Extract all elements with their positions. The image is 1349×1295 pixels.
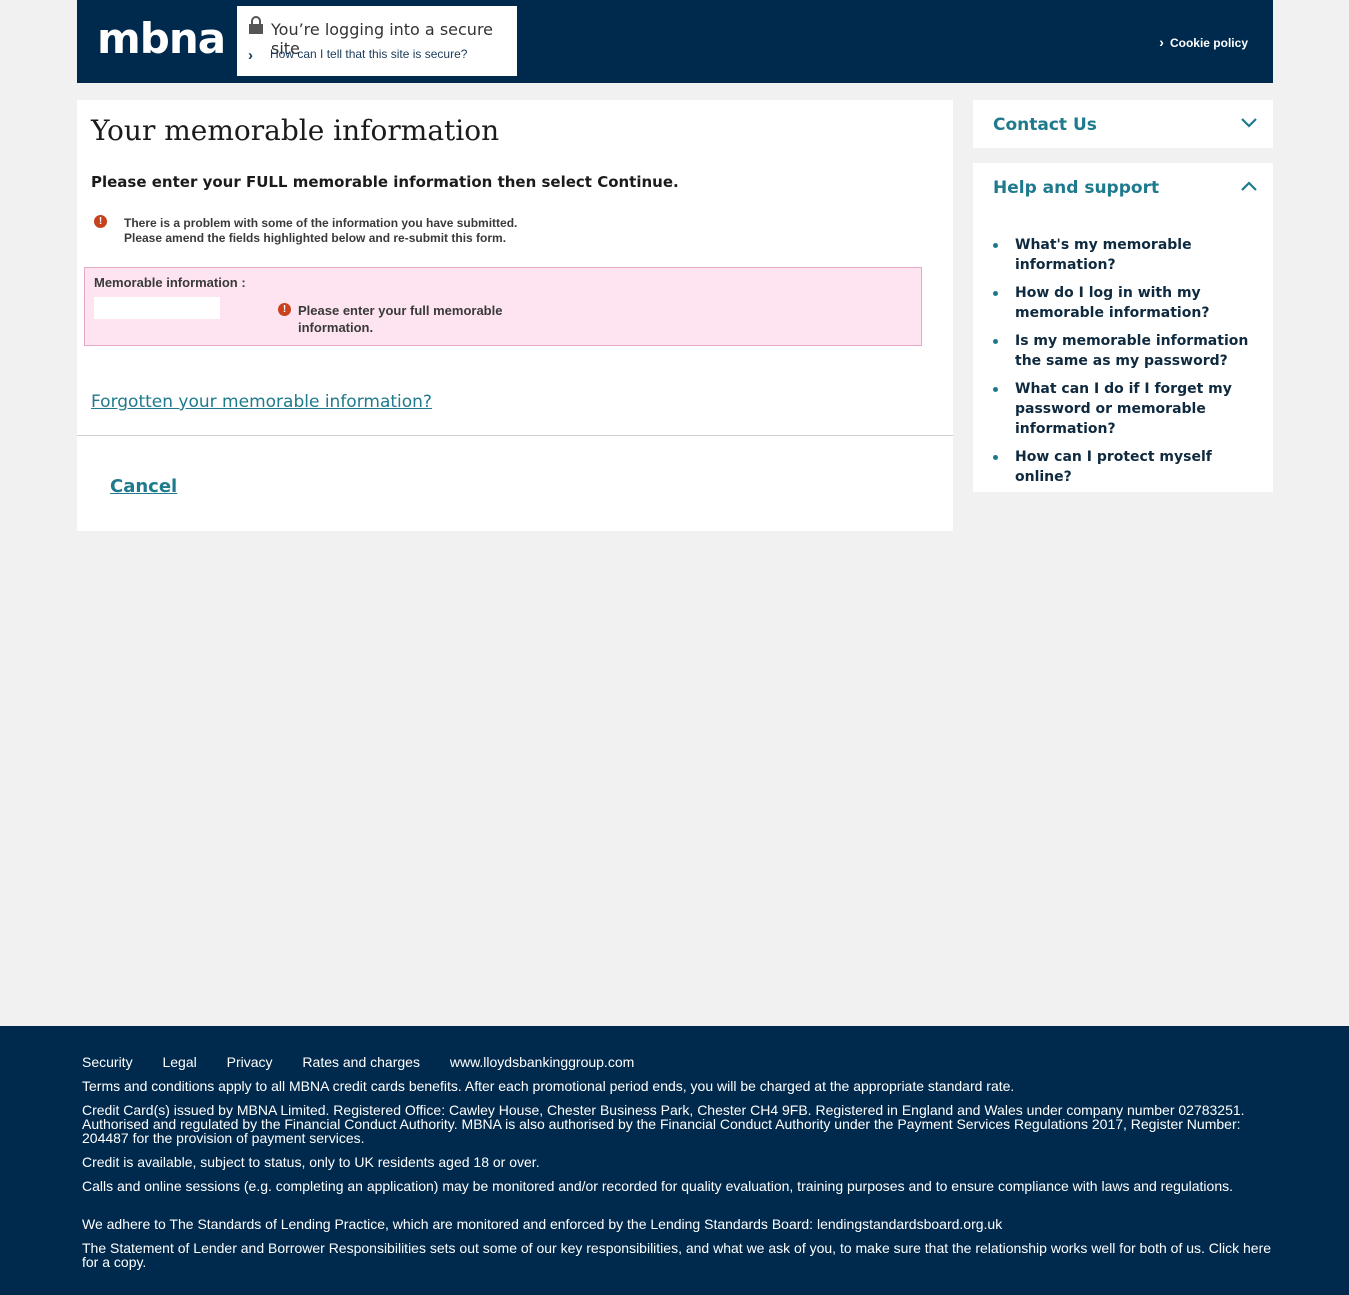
bullet bbox=[993, 291, 998, 296]
error-summary-text: There is a problem with some of the info… bbox=[124, 216, 544, 246]
footer-link-lloyds[interactable]: www.lloydsbankinggroup.com bbox=[450, 1054, 634, 1070]
contact-us-panel[interactable]: Contact Us bbox=[973, 100, 1273, 148]
footer-links: Security Legal Privacy Rates and charges… bbox=[82, 1054, 660, 1070]
chevron-right-icon: › bbox=[1159, 34, 1164, 50]
memorable-info-field-group: Memorable information : ! Please enter y… bbox=[84, 267, 922, 346]
cookie-policy-link[interactable]: › Cookie policy bbox=[1159, 34, 1248, 50]
memorable-info-label: Memorable information : bbox=[94, 275, 246, 290]
help-item[interactable]: How do I log in with my memorable inform… bbox=[993, 283, 1259, 323]
help-item[interactable]: Is my memorable information the same as … bbox=[993, 331, 1259, 371]
help-item[interactable]: How can I protect myself online? bbox=[993, 447, 1259, 487]
secure-site-link[interactable]: How can I tell that this site is secure? bbox=[270, 47, 467, 61]
site-footer: Security Legal Privacy Rates and charges… bbox=[0, 1026, 1349, 1295]
contact-us-heading: Contact Us bbox=[993, 115, 1097, 135]
cookie-policy-label: Cookie policy bbox=[1169, 36, 1248, 50]
footer-monitoring: Calls and online sessions (e.g. completi… bbox=[82, 1178, 1233, 1194]
forgot-memorable-info-link[interactable]: Forgotten your memorable information? bbox=[91, 392, 432, 412]
bullet bbox=[993, 339, 998, 344]
footer-link-legal[interactable]: Legal bbox=[162, 1054, 196, 1070]
secure-site-panel: You’re logging into a secure site › How … bbox=[237, 6, 517, 76]
mbna-logo[interactable]: mbna bbox=[97, 14, 226, 63]
footer-link-privacy[interactable]: Privacy bbox=[227, 1054, 273, 1070]
error-summary-line2: Please amend the fields highlighted belo… bbox=[124, 231, 507, 245]
footer-link-security[interactable]: Security bbox=[82, 1054, 133, 1070]
footer-lending-standards: We adhere to The Standards of Lending Pr… bbox=[82, 1216, 1003, 1232]
site-header: mbna You’re logging into a secure site ›… bbox=[77, 0, 1273, 83]
help-item[interactable]: What's my memorable information? bbox=[993, 235, 1259, 275]
main-content: Your memorable information Please enter … bbox=[77, 100, 953, 531]
divider bbox=[77, 435, 953, 436]
field-error-text: Please enter your full memorable informa… bbox=[298, 303, 503, 335]
lock-icon bbox=[249, 16, 263, 34]
help-support-heading[interactable]: Help and support bbox=[993, 178, 1159, 198]
help-and-support-panel: Help and support What's my memorable inf… bbox=[973, 163, 1273, 492]
bullet bbox=[993, 387, 998, 392]
help-list: What's my memorable information? How do … bbox=[993, 235, 1259, 495]
chevron-up-icon[interactable] bbox=[1241, 181, 1257, 191]
page-title: Your memorable information bbox=[91, 114, 500, 147]
help-item-label: Is my memorable information the same as … bbox=[1015, 333, 1249, 369]
chevron-down-icon bbox=[1241, 118, 1257, 128]
help-item-label: How can I protect myself online? bbox=[1015, 449, 1212, 485]
bullet bbox=[993, 455, 998, 460]
help-item-label: How do I log in with my memorable inform… bbox=[1015, 285, 1210, 321]
help-item[interactable]: What can I do if I forget my password or… bbox=[993, 379, 1259, 439]
bullet bbox=[993, 243, 998, 248]
error-icon: ! bbox=[94, 215, 107, 228]
memorable-info-input[interactable] bbox=[94, 297, 220, 319]
footer-terms: Terms and conditions apply to all MBNA c… bbox=[82, 1078, 1015, 1094]
chevron-right-icon: › bbox=[248, 47, 253, 64]
error-icon: ! bbox=[278, 303, 291, 316]
help-item-label: What's my memorable information? bbox=[1015, 237, 1192, 273]
footer-credit-availability: Credit is available, subject to status, … bbox=[82, 1154, 540, 1170]
error-summary-line1: There is a problem with some of the info… bbox=[124, 216, 518, 230]
cancel-link[interactable]: Cancel bbox=[110, 476, 177, 497]
footer-registration: Credit Card(s) issued by MBNA Limited. R… bbox=[82, 1102, 1245, 1146]
help-item-label: What can I do if I forget my password or… bbox=[1015, 381, 1232, 437]
footer-responsibilities: The Statement of Lender and Borrower Res… bbox=[82, 1240, 1272, 1270]
instruction-text: Please enter your FULL memorable informa… bbox=[91, 173, 679, 191]
footer-link-rates[interactable]: Rates and charges bbox=[302, 1054, 420, 1070]
